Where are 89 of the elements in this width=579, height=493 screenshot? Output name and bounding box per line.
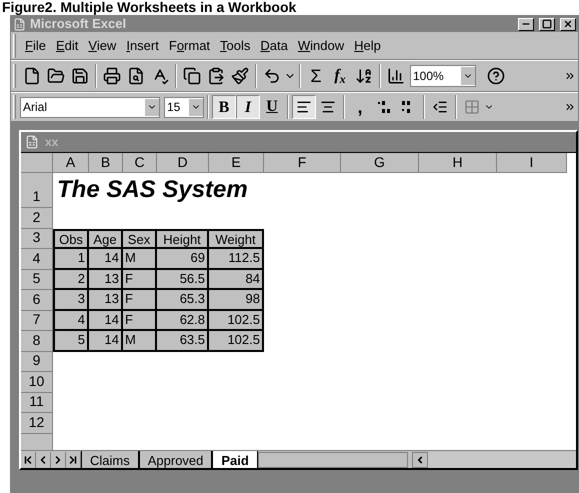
more-icon[interactable] bbox=[564, 101, 576, 113]
figure-caption: Figure2. Multiple Worksheets in a Workbook bbox=[1, 0, 298, 15]
bold-button[interactable]: B bbox=[212, 95, 236, 119]
table-cell: M bbox=[123, 331, 157, 352]
align-left-icon[interactable] bbox=[292, 95, 316, 119]
zoom-field[interactable]: 100% bbox=[410, 65, 476, 87]
table-cell: 4 bbox=[53, 310, 89, 331]
row-header[interactable]: 10 bbox=[21, 372, 53, 392]
table-cell: 14 bbox=[89, 310, 123, 331]
sheet-tab[interactable]: Paid bbox=[212, 451, 258, 468]
column-header[interactable]: C bbox=[123, 153, 157, 173]
sheet-tab[interactable]: Claims bbox=[81, 451, 139, 468]
row-header[interactable]: 1 bbox=[21, 173, 53, 208]
table-cell: 2 bbox=[53, 270, 89, 290]
table-cell: 14 bbox=[89, 249, 123, 270]
table-cell: 102.5 bbox=[209, 331, 264, 352]
table-cell: 84 bbox=[209, 270, 264, 290]
function-button[interactable]: f$_{x}$ bbox=[328, 64, 352, 88]
first-icon bbox=[22, 454, 34, 466]
sheet-tab[interactable]: Approved bbox=[138, 451, 212, 468]
column-header[interactable]: H bbox=[419, 153, 497, 173]
row-header[interactable]: 4 bbox=[21, 249, 53, 270]
column-header[interactable]: B bbox=[89, 153, 123, 173]
more-icon[interactable] bbox=[564, 70, 576, 82]
table-cell: F bbox=[123, 310, 157, 331]
menu-item[interactable]: Data bbox=[255, 36, 293, 56]
table-cell: 69 bbox=[157, 249, 209, 270]
menu-item[interactable]: View bbox=[83, 36, 122, 56]
table-cell: M bbox=[123, 249, 157, 270]
workbook-icon bbox=[25, 135, 39, 149]
row-header[interactable]: 6 bbox=[21, 290, 53, 310]
maximize-button[interactable] bbox=[539, 18, 555, 30]
underline-button[interactable]: U bbox=[260, 95, 284, 119]
column-label: Age bbox=[89, 228, 123, 249]
table-cell: 63.5 bbox=[157, 331, 209, 352]
table-cell: 112.5 bbox=[209, 249, 264, 270]
window-title: Microsoft Excel bbox=[30, 17, 126, 31]
workbook-title: xx bbox=[45, 134, 58, 151]
table-cell: F bbox=[123, 290, 157, 310]
row-header[interactable]: 8 bbox=[21, 331, 53, 352]
last-icon bbox=[67, 454, 79, 466]
row-header[interactable]: 3 bbox=[21, 228, 53, 249]
column-label: Sex bbox=[123, 228, 157, 249]
table-cell: 3 bbox=[53, 290, 89, 310]
table-cell: F bbox=[123, 270, 157, 290]
italic-button[interactable]: I bbox=[236, 95, 260, 119]
sum-button[interactable]: Σ bbox=[304, 66, 328, 86]
sheet-title: The SAS System bbox=[56, 175, 248, 205]
table-cell: 5 bbox=[53, 331, 89, 352]
menu-item[interactable]: Tools bbox=[215, 36, 256, 56]
row-header[interactable]: 9 bbox=[21, 352, 53, 372]
row-header[interactable]: 11 bbox=[21, 392, 53, 413]
menu-item[interactable]: Format bbox=[164, 36, 216, 56]
comma-button[interactable]: , bbox=[348, 94, 372, 120]
menu-item[interactable]: Window bbox=[292, 36, 350, 56]
column-header[interactable]: D bbox=[157, 153, 209, 173]
column-label: Obs bbox=[53, 228, 89, 249]
menu-item[interactable]: Edit bbox=[50, 36, 84, 56]
row-header[interactable]: 7 bbox=[21, 310, 53, 331]
table-cell: 102.5 bbox=[209, 310, 264, 331]
menu-item[interactable]: File bbox=[20, 36, 51, 56]
font-field[interactable]: Arial bbox=[20, 96, 160, 118]
close-button[interactable] bbox=[560, 18, 576, 30]
row-header[interactable]: 5 bbox=[21, 270, 53, 290]
table-cell: 14 bbox=[89, 331, 123, 352]
row-header[interactable]: 2 bbox=[21, 208, 53, 228]
column-label: Height bbox=[157, 228, 209, 249]
table-cell: 62.8 bbox=[157, 310, 209, 331]
column-label: Weight bbox=[209, 228, 264, 249]
row-header[interactable]: 12 bbox=[21, 413, 53, 434]
menu-item[interactable]: Insert bbox=[121, 36, 164, 56]
column-header[interactable]: E bbox=[209, 153, 264, 173]
horizontal-scrollbar[interactable] bbox=[428, 452, 576, 468]
size-field[interactable]: 15 bbox=[164, 96, 204, 118]
scroll-left-button[interactable] bbox=[412, 452, 428, 468]
minimize-button[interactable] bbox=[518, 18, 534, 30]
table-cell: 13 bbox=[89, 270, 123, 290]
close-icon bbox=[563, 19, 573, 29]
table-cell: 65.3 bbox=[157, 290, 209, 310]
maximize-icon bbox=[542, 19, 552, 29]
table-cell: 1 bbox=[53, 249, 89, 270]
table-cell: 98 bbox=[209, 290, 264, 310]
column-header[interactable]: F bbox=[264, 153, 341, 173]
column-header[interactable]: I bbox=[497, 153, 567, 173]
table-cell: 56.5 bbox=[157, 270, 209, 290]
table-cell: 13 bbox=[89, 290, 123, 310]
column-header[interactable]: A bbox=[53, 153, 89, 173]
menu-item[interactable]: Help bbox=[349, 36, 386, 56]
column-header[interactable]: G bbox=[341, 153, 419, 173]
